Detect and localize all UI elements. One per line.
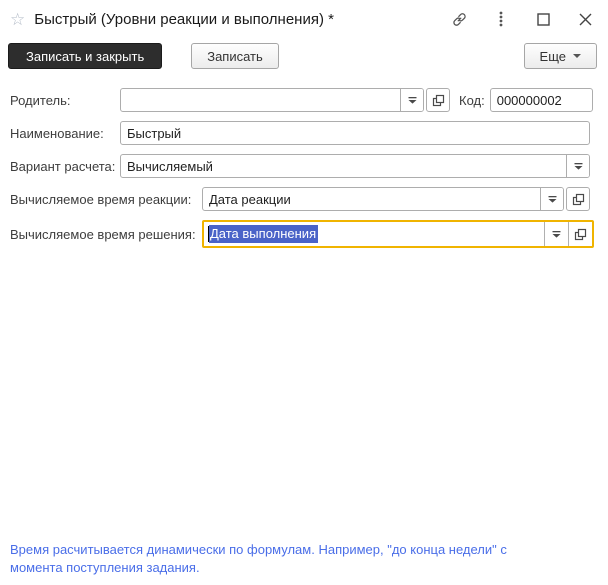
save-button[interactable]: Записать bbox=[191, 43, 279, 69]
parent-label: Родитель: bbox=[10, 92, 71, 108]
parent-row: Родитель: Код: 000000002 bbox=[10, 88, 598, 112]
copy-link-icon[interactable] bbox=[450, 10, 468, 28]
parent-dropdown-button[interactable] bbox=[400, 89, 423, 111]
command-bar: Записать и закрыть Записать Еще bbox=[0, 38, 608, 78]
resolution-time-open-button[interactable] bbox=[568, 222, 592, 246]
resolution-time-dropdown-button[interactable] bbox=[544, 222, 568, 246]
name-row: Наименование: Быстрый bbox=[10, 121, 598, 145]
calc-variant-value[interactable]: Вычисляемый bbox=[121, 155, 566, 177]
reaction-time-dropdown-button[interactable] bbox=[540, 188, 563, 210]
name-label: Наименование: bbox=[10, 125, 104, 141]
reaction-time-label: Вычисляемое время реакции: bbox=[10, 191, 192, 207]
parent-input[interactable] bbox=[120, 88, 424, 112]
resolution-time-input-focused[interactable]: Дата выполнения bbox=[202, 220, 594, 248]
resolution-time-text[interactable]: Дата выполнения bbox=[204, 222, 544, 246]
name-value: Быстрый bbox=[127, 125, 182, 141]
resolution-time-value: Дата выполнения bbox=[209, 225, 319, 243]
code-value: 000000002 bbox=[496, 92, 562, 108]
window-titlebar: ☆ Быстрый (Уровни реакции и выполнения) … bbox=[0, 0, 608, 38]
parent-value[interactable] bbox=[121, 89, 400, 111]
chevron-down-icon bbox=[573, 54, 581, 58]
calc-variant-row: Вариант расчета: Вычисляемый bbox=[10, 154, 598, 178]
window-title: Быстрый (Уровни реакции и выполнения) * bbox=[34, 10, 334, 28]
form-area: Родитель: Код: 000000002 Наименование: Б… bbox=[0, 78, 608, 248]
resolution-time-label: Вычисляемое время решения: bbox=[10, 226, 196, 242]
calc-variant-dropdown-button[interactable] bbox=[566, 155, 589, 177]
close-icon[interactable] bbox=[576, 10, 594, 28]
reaction-time-open-button[interactable] bbox=[566, 187, 590, 211]
resolution-time-row: Вычисляемое время решения: Дата выполнен… bbox=[10, 220, 598, 248]
more-button[interactable]: Еще bbox=[523, 43, 597, 69]
reaction-time-input[interactable]: Дата реакции bbox=[202, 187, 564, 211]
parent-open-button[interactable] bbox=[426, 88, 450, 112]
code-label: Код: bbox=[459, 92, 485, 108]
more-menu-dots-icon[interactable] bbox=[492, 10, 510, 28]
favorite-star-icon[interactable]: ☆ bbox=[10, 11, 25, 28]
maximize-icon[interactable] bbox=[534, 10, 552, 28]
more-button-label: Еще bbox=[539, 48, 566, 64]
code-input[interactable]: 000000002 bbox=[489, 88, 593, 112]
reaction-time-row: Вычисляемое время реакции: Дата реакции bbox=[10, 187, 598, 211]
name-input[interactable]: Быстрый bbox=[120, 121, 590, 145]
calc-variant-label: Вариант расчета: bbox=[10, 158, 116, 174]
reaction-time-value[interactable]: Дата реакции bbox=[203, 188, 540, 210]
save-and-close-button[interactable]: Записать и закрыть bbox=[8, 43, 163, 69]
calc-variant-select[interactable]: Вычисляемый bbox=[120, 154, 590, 178]
hint-text: Время расчитывается динамически по форму… bbox=[10, 542, 507, 575]
